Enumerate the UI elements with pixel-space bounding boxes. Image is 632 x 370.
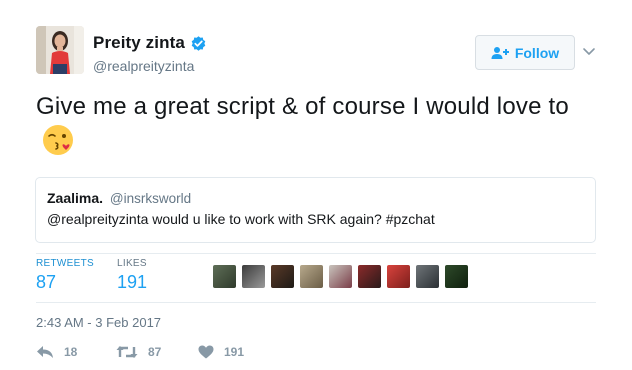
liker-avatar[interactable] bbox=[358, 265, 381, 288]
liker-avatar[interactable] bbox=[329, 265, 352, 288]
liker-avatar[interactable] bbox=[300, 265, 323, 288]
likes-stat[interactable]: LIKES 191 bbox=[117, 258, 147, 293]
retweet-button[interactable]: 87 bbox=[116, 345, 161, 359]
quoted-tweet[interactable]: Zaalima. @insrksworld @realpreityzinta w… bbox=[35, 177, 596, 243]
quoted-tweet-header: Zaalima. @insrksworld bbox=[47, 190, 584, 206]
retweet-count: 87 bbox=[148, 345, 162, 359]
liker-avatar[interactable] bbox=[387, 265, 410, 288]
tweet-text-content: Give me a great script & of course I wou… bbox=[36, 93, 569, 120]
reply-button[interactable]: 18 bbox=[36, 345, 77, 359]
tweet-text: Give me a great script & of course I wou… bbox=[36, 90, 606, 160]
follow-button[interactable]: Follow bbox=[475, 35, 575, 70]
liker-avatar[interactable] bbox=[213, 265, 236, 288]
tweet-timestamp[interactable]: 2:43 AM - 3 Feb 2017 bbox=[36, 315, 161, 330]
retweets-stat[interactable]: RETWEETS 87 bbox=[36, 258, 94, 293]
reply-icon bbox=[37, 346, 53, 358]
divider bbox=[36, 302, 596, 303]
liker-avatars bbox=[213, 265, 474, 288]
heart-icon bbox=[198, 345, 214, 359]
verified-badge-icon bbox=[191, 35, 206, 51]
like-count: 191 bbox=[224, 345, 245, 359]
liker-avatar[interactable] bbox=[416, 265, 439, 288]
quoted-tweet-text: @realpreityzinta would u like to work wi… bbox=[47, 211, 435, 227]
chevron-down-icon[interactable] bbox=[581, 43, 597, 59]
divider bbox=[36, 253, 596, 254]
liker-avatar[interactable] bbox=[271, 265, 294, 288]
likes-label: LIKES bbox=[117, 258, 147, 269]
liker-avatar[interactable] bbox=[242, 265, 265, 288]
author-handle[interactable]: @realpreityzinta bbox=[93, 58, 207, 74]
author-info: Preity zinta @realpreityzinta bbox=[93, 33, 207, 74]
add-user-icon bbox=[491, 46, 509, 59]
follow-button-label: Follow bbox=[514, 44, 560, 61]
retweets-value: 87 bbox=[36, 272, 57, 292]
likes-value: 191 bbox=[117, 272, 148, 292]
retweet-icon bbox=[116, 346, 138, 358]
quoted-author-name: Zaalima. bbox=[47, 190, 104, 206]
liker-avatar[interactable] bbox=[445, 265, 468, 288]
author-display-name[interactable]: Preity zinta bbox=[93, 33, 185, 53]
author-avatar[interactable] bbox=[36, 26, 84, 74]
quoted-author-handle: @insrksworld bbox=[109, 191, 192, 206]
retweets-label: RETWEETS bbox=[36, 258, 94, 269]
reply-count: 18 bbox=[64, 345, 78, 359]
tweet-header: Preity zinta @realpreityzinta Follow bbox=[36, 26, 606, 78]
like-button[interactable]: 191 bbox=[198, 345, 244, 359]
face-throwing-kiss-emoji-icon bbox=[43, 125, 73, 155]
